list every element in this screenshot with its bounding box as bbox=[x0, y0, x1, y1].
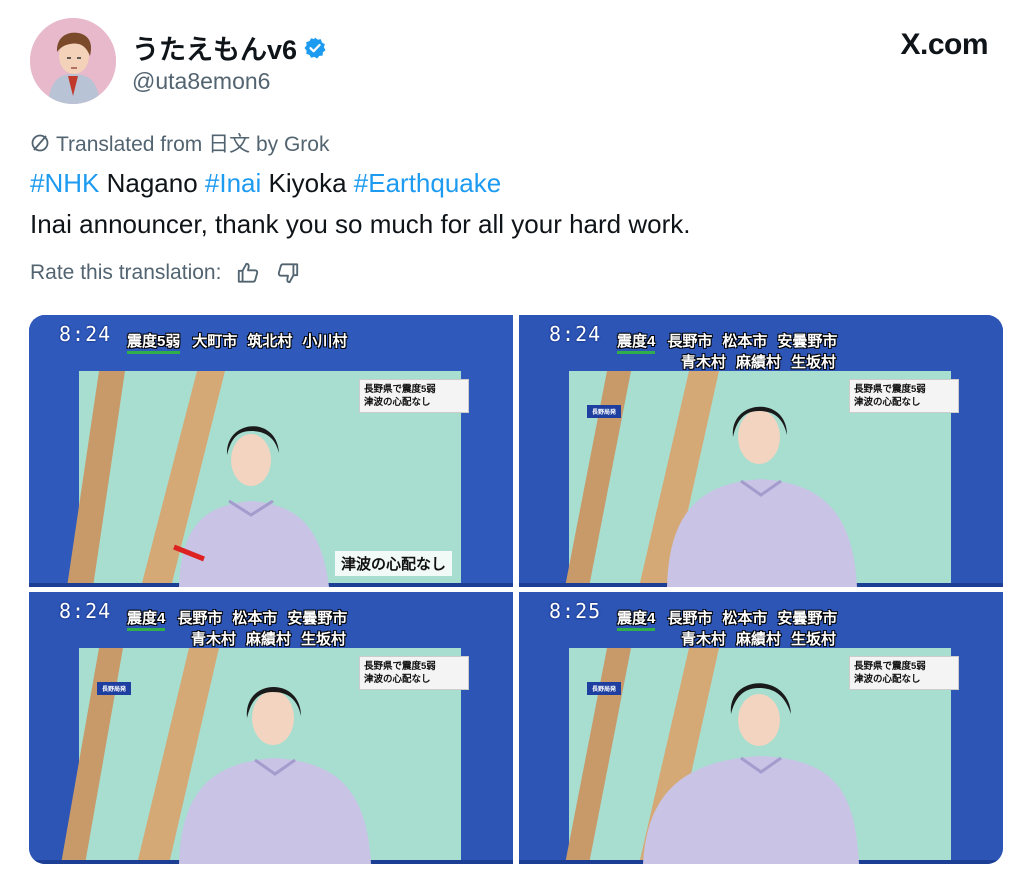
alert-box: 長野県で震度5弱 津波の心配なし bbox=[359, 656, 469, 690]
alert-line: 長野県で震度5弱 bbox=[364, 384, 436, 395]
station-badge: 長野局発 bbox=[587, 405, 622, 418]
broadcast-scene bbox=[29, 315, 513, 587]
place-name: 青木村 bbox=[191, 631, 237, 648]
alert-line: 長野県で震度5弱 bbox=[854, 661, 926, 672]
video-frame-4[interactable]: 8:25 震度4 長野市 松本市 安曇野市 青木村 麻績村 生坂村 長野局発 長野県で震度… bbox=[519, 592, 1003, 864]
tweet-header: うたえもんv6 @uta8emon6 X.com bbox=[30, 18, 994, 106]
intensity-label: 震度5弱 bbox=[127, 333, 181, 354]
translation-label: Translated from 日文 by Grok bbox=[56, 133, 330, 156]
station-badge: 長野局発 bbox=[97, 682, 132, 695]
place-name: 麻績村 bbox=[736, 354, 782, 371]
place-name: 小川村 bbox=[302, 333, 348, 350]
video-frame-2[interactable]: 8:24 震度4 長野市 松本市 安曇野市 青木村 麻績村 生坂村 長野局発 長野県で震度… bbox=[519, 315, 1003, 587]
translate-icon bbox=[31, 134, 49, 152]
clock-time: 8:24 bbox=[59, 599, 112, 623]
alert-line: 津波の心配なし bbox=[854, 397, 921, 408]
site-label: X.com bbox=[900, 28, 988, 61]
place-name: 長野市 bbox=[177, 610, 223, 627]
place-name: 安曇野市 bbox=[777, 333, 838, 350]
video-frame-3[interactable]: 8:24 震度4 長野市 松本市 安曇野市 青木村 麻績村 生坂村 長野局発 長野県で震度… bbox=[29, 592, 513, 864]
place-name: 長野市 bbox=[667, 610, 713, 627]
place-name: 生坂村 bbox=[791, 631, 837, 648]
avatar-illustration bbox=[30, 18, 116, 104]
intensity-ticker: 震度4 長野市 松本市 安曇野市 bbox=[127, 607, 357, 631]
tweet-word: Kiyoka bbox=[261, 168, 354, 198]
display-name[interactable]: うたえもんv6 bbox=[132, 28, 327, 67]
display-name-text: うたえもんv6 bbox=[132, 35, 298, 65]
intensity-ticker: 震度4 長野市 松本市 安曇野市 bbox=[617, 330, 847, 354]
place-name: 松本市 bbox=[722, 610, 768, 627]
hashtag-inai[interactable]: #Inai bbox=[205, 168, 261, 198]
hashtag-earthquake[interactable]: #Earthquake bbox=[354, 168, 501, 198]
video-frame-1[interactable]: 8:24 震度5弱 大町市 筑北村 小川村 長野県で震度5弱 津波の心配なし 津波の心… bbox=[29, 315, 513, 587]
clock-time: 8:24 bbox=[59, 322, 112, 346]
translation-note: Translated from 日文 by Grok bbox=[30, 128, 329, 158]
intensity-ticker: 震度5弱 大町市 筑北村 小川村 bbox=[127, 330, 357, 354]
intensity-label: 震度4 bbox=[127, 610, 166, 631]
rate-label: Rate this translation: bbox=[30, 261, 222, 284]
subtitle-caption: 津波の心配なし bbox=[335, 551, 453, 576]
place-name: 長野市 bbox=[667, 333, 713, 350]
alert-line: 長野県で震度5弱 bbox=[364, 661, 436, 672]
place-name: 青木村 bbox=[681, 354, 727, 371]
tweet-text-line2: Inai announcer, thank you so much for al… bbox=[30, 209, 691, 239]
place-name: 松本市 bbox=[232, 610, 278, 627]
place-name: 松本市 bbox=[722, 333, 768, 350]
tweet-text-line1: #NHK Nagano #Inai Kiyoka #Earthquake bbox=[30, 168, 501, 199]
thumbs-up-icon[interactable] bbox=[235, 260, 261, 286]
thumbs-down-icon[interactable] bbox=[275, 260, 301, 286]
media-grid: 8:24 震度5弱 大町市 筑北村 小川村 長野県で震度5弱 津波の心配なし 津波の心… bbox=[29, 315, 1003, 864]
alert-line: 津波の心配なし bbox=[364, 397, 431, 408]
place-name: 麻績村 bbox=[736, 631, 782, 648]
clock-time: 8:24 bbox=[549, 322, 602, 346]
place-name: 大町市 bbox=[192, 333, 238, 350]
station-badge: 長野局発 bbox=[587, 682, 622, 695]
place-name: 安曇野市 bbox=[287, 610, 348, 627]
avatar[interactable] bbox=[30, 18, 116, 104]
clock-time: 8:25 bbox=[549, 599, 602, 623]
alert-line: 津波の心配なし bbox=[364, 674, 431, 685]
place-name: 生坂村 bbox=[301, 631, 347, 648]
intensity-ticker-row2: 青木村 麻績村 生坂村 bbox=[681, 351, 846, 372]
alert-box: 長野県で震度5弱 津波の心配なし bbox=[849, 379, 959, 413]
hashtag-nhk[interactable]: #NHK bbox=[30, 168, 99, 198]
place-name: 生坂村 bbox=[791, 354, 837, 371]
alert-box: 長野県で震度5弱 津波の心配なし bbox=[849, 656, 959, 690]
place-name: 安曇野市 bbox=[777, 610, 838, 627]
intensity-ticker-row2: 青木村 麻績村 生坂村 bbox=[191, 628, 356, 649]
intensity-ticker-row2: 青木村 麻績村 生坂村 bbox=[681, 628, 846, 649]
tweet-word: Nagano bbox=[99, 168, 205, 198]
intensity-label: 震度4 bbox=[617, 610, 656, 631]
alert-line: 長野県で震度5弱 bbox=[854, 384, 926, 395]
place-name: 麻績村 bbox=[246, 631, 292, 648]
place-name: 筑北村 bbox=[247, 333, 293, 350]
handle[interactable]: @uta8emon6 bbox=[132, 68, 270, 95]
rate-translation: Rate this translation: bbox=[30, 260, 301, 286]
alert-line: 津波の心配なし bbox=[854, 674, 921, 685]
intensity-label: 震度4 bbox=[617, 333, 656, 354]
intensity-ticker: 震度4 長野市 松本市 安曇野市 bbox=[617, 607, 847, 631]
place-name: 青木村 bbox=[681, 631, 727, 648]
alert-box: 長野県で震度5弱 津波の心配なし bbox=[359, 379, 469, 413]
verified-badge-icon bbox=[304, 37, 326, 58]
